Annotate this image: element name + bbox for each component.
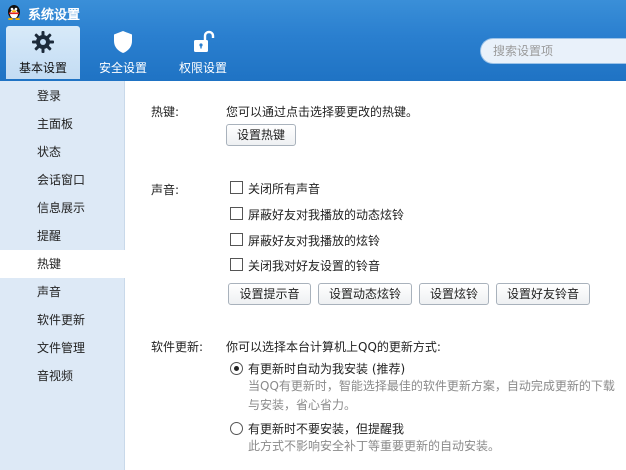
block-dynamic-ringtone-label: 屏蔽好友对我播放的动态炫铃 bbox=[248, 208, 405, 222]
auto-install-description-line2: 与安装，省心省力。 bbox=[248, 398, 357, 412]
sidebar-item-login[interactable]: 登录 bbox=[0, 82, 125, 110]
shield-icon bbox=[114, 31, 132, 53]
notify-only-description: 此方式不影响安全补丁等重要更新的自动安装。 bbox=[248, 439, 501, 453]
sidebar-item-software-update[interactable]: 软件更新 bbox=[0, 306, 125, 334]
tab-label: 权限设置 bbox=[178, 61, 227, 75]
auto-install-label: 有更新时自动为我安装 (推荐) bbox=[248, 362, 406, 376]
mute-all-checkbox[interactable] bbox=[230, 181, 243, 194]
block-dynamic-ringtone-checkbox[interactable] bbox=[230, 207, 243, 220]
tab-permission-settings[interactable]: 权限设置 bbox=[166, 26, 240, 79]
set-dynamic-ringtone-button[interactable]: 设置动态炫铃 bbox=[318, 283, 412, 305]
disable-friend-ringtone-label: 关闭我对好友设置的铃音 bbox=[248, 259, 381, 273]
notify-only-radio[interactable] bbox=[230, 422, 243, 435]
sidebar-item-status[interactable]: 状态 bbox=[0, 138, 125, 166]
sidebar-item-main-panel[interactable]: 主面板 bbox=[0, 110, 125, 138]
tab-basic-settings[interactable]: 基本设置 bbox=[6, 26, 80, 79]
search-box[interactable] bbox=[480, 38, 626, 64]
sidebar-item-audio-video[interactable]: 音视频 bbox=[0, 362, 125, 390]
sidebar-item-info-display[interactable]: 信息展示 bbox=[0, 194, 125, 222]
auto-install-radio[interactable] bbox=[230, 362, 243, 375]
header-bar: 系统设置 基本设置 安全设置 权限设置 搜索设置项 bbox=[0, 0, 626, 81]
block-ringtone-label: 屏蔽好友对我播放的炫铃 bbox=[248, 234, 381, 248]
tab-security-settings[interactable]: 安全设置 bbox=[86, 26, 160, 79]
set-ringtone-button[interactable]: 设置炫铃 bbox=[419, 283, 489, 305]
mute-all-label: 关闭所有声音 bbox=[248, 182, 321, 196]
title-bar: 系统设置 bbox=[0, 0, 626, 24]
unlock-icon bbox=[194, 30, 215, 52]
set-hotkey-button[interactable]: 设置热键 bbox=[226, 124, 296, 146]
hotkey-section-label: 热键: bbox=[151, 105, 180, 119]
update-description: 你可以选择本台计算机上QQ的更新方式: bbox=[226, 340, 441, 354]
sidebar-item-sound[interactable]: 声音 bbox=[0, 278, 125, 306]
hotkey-description: 您可以通过点击选择要更改的热键。 bbox=[226, 105, 419, 119]
search-input[interactable] bbox=[481, 39, 626, 63]
block-ringtone-checkbox[interactable] bbox=[230, 233, 243, 246]
update-section-label: 软件更新: bbox=[151, 340, 204, 354]
sound-section-label: 声音: bbox=[151, 183, 180, 197]
sidebar: 登录 主面板 状态 会话窗口 信息展示 提醒 热键 声音 软件更新 文件管理 音… bbox=[0, 81, 125, 470]
notify-only-label: 有更新时不要安装，但提醒我 bbox=[248, 422, 405, 436]
settings-content: 热键: 您可以通过点击选择要更改的热键。 设置热键 声音: 关闭所有声音 屏蔽好… bbox=[126, 81, 626, 470]
set-friend-ringtone-button[interactable]: 设置好友铃音 bbox=[496, 283, 590, 305]
tab-label: 安全设置 bbox=[98, 61, 147, 75]
sidebar-item-chat-window[interactable]: 会话窗口 bbox=[0, 166, 125, 194]
gear-icon bbox=[32, 31, 54, 53]
qq-penguin-icon bbox=[8, 5, 20, 20]
sidebar-item-file-management[interactable]: 文件管理 bbox=[0, 334, 125, 362]
sidebar-item-hotkey[interactable]: 热键 bbox=[0, 250, 125, 278]
disable-friend-ringtone-checkbox[interactable] bbox=[230, 258, 243, 271]
sidebar-item-reminder[interactable]: 提醒 bbox=[0, 222, 125, 250]
tab-label: 基本设置 bbox=[18, 61, 67, 75]
auto-install-description-line1: 当QQ有更新时，智能选择最佳的软件更新方案，自动完成更新的下载 bbox=[248, 379, 615, 393]
set-notification-sound-button[interactable]: 设置提示音 bbox=[228, 283, 311, 305]
window-title: 系统设置 bbox=[28, 8, 81, 23]
